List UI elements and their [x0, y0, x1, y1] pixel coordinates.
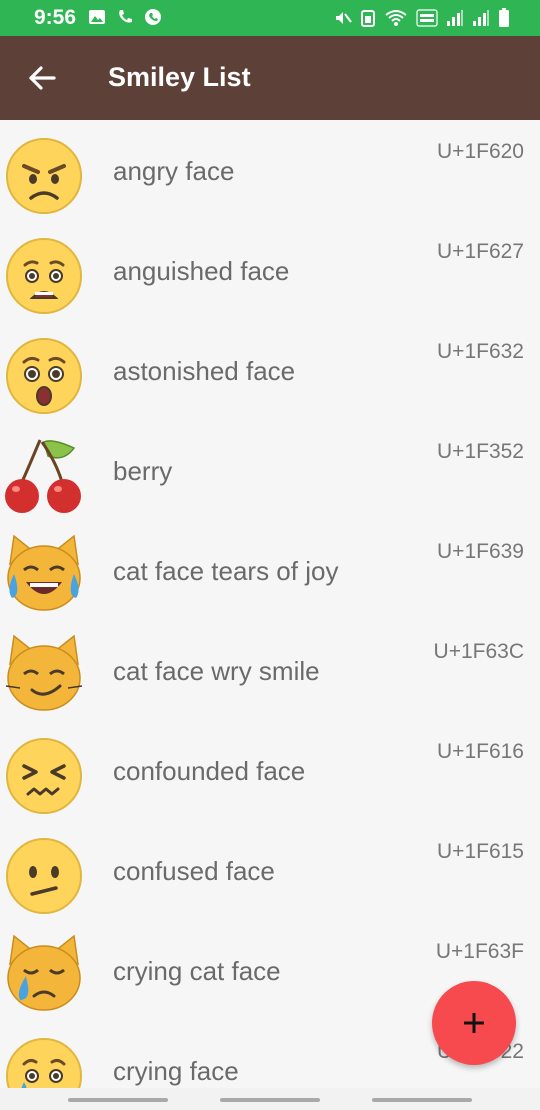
page-title: Smiley List	[108, 62, 251, 92]
list-item[interactable]: astonished face U+1F632	[0, 320, 540, 420]
smiley-list[interactable]: angry face U+1F620 anguished face U+1F62…	[0, 120, 540, 1088]
battery-saver-icon	[361, 10, 375, 27]
smiley-code: U+1F352	[437, 440, 524, 463]
anguished-face-icon	[6, 238, 82, 314]
smiley-code: U+1F639	[437, 540, 524, 563]
smiley-name: cat face tears of joy	[113, 556, 339, 586]
list-item[interactable]: cat face wry smile U+1F63C	[0, 620, 540, 720]
whatsapp-icon	[145, 9, 161, 25]
smiley-code: U+1F615	[437, 840, 524, 863]
navigation-bar	[0, 1088, 540, 1110]
list-item[interactable]: confused face U+1F615	[0, 820, 540, 920]
wifi-icon	[385, 10, 407, 26]
nav-pill-center[interactable]	[220, 1098, 320, 1102]
cat-joy-icon	[7, 534, 81, 611]
list-item[interactable]: angry face U+1F620	[0, 120, 540, 220]
volte-icon	[416, 9, 438, 27]
app-toolbar: Smiley List	[0, 36, 540, 120]
crying-cat-icon	[7, 934, 81, 1011]
smiley-name: berry	[113, 456, 173, 486]
smiley-name: astonished face	[113, 356, 296, 386]
confused-face-icon	[6, 838, 82, 914]
smiley-name: crying cat face	[113, 956, 281, 986]
list-item[interactable]: anguished face U+1F627	[0, 220, 540, 320]
signal-icon-2	[473, 10, 489, 26]
nav-pill-right[interactable]	[372, 1098, 472, 1102]
gallery-icon	[89, 10, 105, 24]
smiley-code: U+1F620	[437, 140, 524, 163]
arrow-left-icon[interactable]	[22, 58, 62, 98]
smiley-code: U+1F63C	[433, 640, 524, 663]
smiley-name: angry face	[113, 156, 235, 186]
smiley-code: U+1F616	[437, 740, 524, 763]
add-fab-button[interactable]	[432, 981, 516, 1065]
smiley-name: crying face	[113, 1056, 239, 1086]
cherries-icon	[5, 439, 81, 513]
smiley-name: confounded face	[113, 756, 306, 786]
call-icon	[119, 10, 132, 23]
list-item[interactable]: cat face tears of joy U+1F639	[0, 520, 540, 620]
status-icons	[334, 6, 510, 30]
nav-pill-left[interactable]	[68, 1098, 168, 1102]
smiley-name: confused face	[113, 856, 275, 886]
mute-icon	[336, 12, 352, 24]
signal-icon	[447, 10, 463, 26]
plus-icon	[464, 1013, 484, 1033]
list-item[interactable]: berry U+1F352	[0, 420, 540, 520]
confounded-face-icon	[6, 738, 82, 814]
status-bar: 9:56	[0, 0, 540, 36]
angry-face-icon	[6, 138, 82, 214]
smiley-code: U+1F63F	[435, 940, 524, 963]
battery-icon	[499, 8, 509, 27]
cat-wry-smile-icon	[5, 634, 83, 711]
smiley-code: U+1F632	[437, 340, 524, 363]
smiley-name: cat face wry smile	[113, 656, 320, 686]
status-time: 9:56	[34, 6, 77, 29]
smiley-name: anguished face	[113, 256, 290, 286]
list-item[interactable]: confounded face U+1F616	[0, 720, 540, 820]
smiley-code: U+1F627	[437, 240, 524, 263]
astonished-face-icon	[6, 338, 82, 414]
crying-face-icon	[6, 1038, 82, 1088]
